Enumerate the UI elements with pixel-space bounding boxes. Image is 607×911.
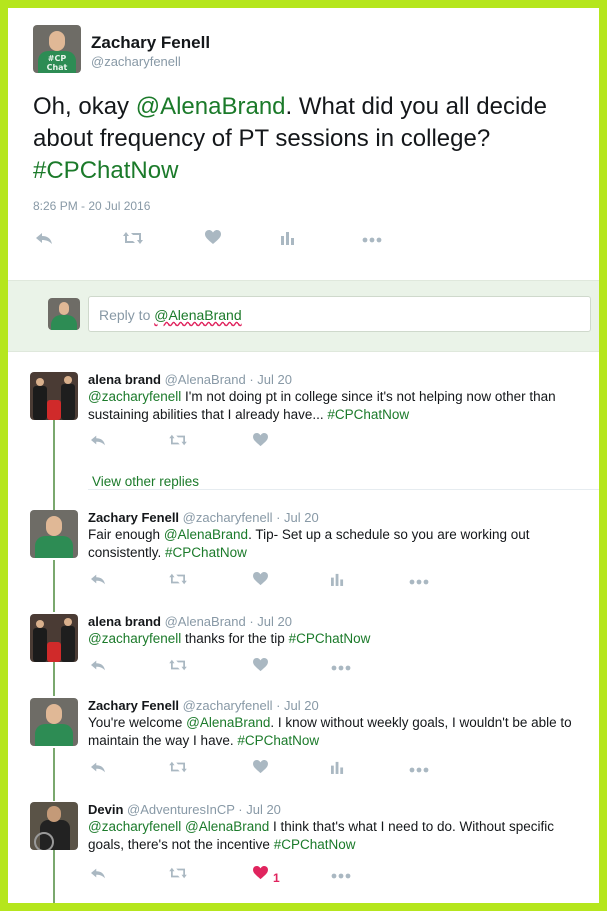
retweet-icon[interactable] (122, 230, 144, 246)
retweet-icon[interactable] (168, 760, 188, 774)
hashtag-link[interactable]: #CPChatNow (327, 407, 409, 422)
tweet-text: Fair enough @AlenaBrand. Tip- Set up a s… (88, 527, 530, 560)
tweet-timestamp[interactable]: 8:26 PM - 20 Jul 2016 (33, 199, 150, 213)
avatar[interactable] (30, 510, 78, 558)
avatar[interactable] (30, 802, 78, 850)
author-name[interactable]: Zachary Fenell (88, 510, 179, 525)
reply-input[interactable]: Reply to @AlenaBrand (88, 296, 591, 332)
avatar[interactable]: #CP Chat Now (33, 25, 81, 73)
tweet-actions: 1 (90, 866, 440, 886)
reply-mention: @AlenaBrand (154, 307, 242, 323)
liked-heart-icon[interactable]: 1 (253, 866, 280, 885)
view-other-replies-link[interactable]: View other replies (92, 474, 199, 489)
tweet-text: @zacharyfenell I'm not doing pt in colle… (88, 389, 556, 422)
reply-icon[interactable] (90, 572, 106, 586)
author-handle[interactable]: @zacharyfenell (91, 54, 181, 69)
reply-icon[interactable] (90, 760, 106, 774)
author-name[interactable]: Zachary Fenell (91, 33, 210, 53)
tweet-actions (35, 230, 382, 250)
like-count: 1 (273, 871, 280, 885)
mention-link[interactable]: @zacharyfenell (88, 631, 181, 646)
hashtag-link[interactable]: #CPChatNow (289, 631, 371, 646)
author-meta[interactable]: @AlenaBrand · Jul 20 (165, 614, 292, 629)
reply-tweet[interactable]: Devin @AdventuresInCP · Jul 20 @zacharyf… (8, 782, 599, 903)
author-name[interactable]: Devin (88, 802, 123, 817)
hashtag-link[interactable]: #CPChatNow (33, 157, 178, 184)
hashtag-link[interactable]: #CPChatNow (237, 733, 319, 748)
mention-link[interactable]: @AlenaBrand (186, 715, 270, 730)
author-name[interactable]: alena brand (88, 614, 161, 629)
reply-tweet[interactable]: alena brand @AlenaBrand · Jul 20 @zachar… (8, 594, 599, 678)
like-icon[interactable] (253, 658, 268, 672)
tweet-text: You're welcome @AlenaBrand. I know witho… (88, 715, 572, 748)
author-meta[interactable]: @zacharyfenell · Jul 20 (183, 698, 319, 713)
reply-icon[interactable] (90, 433, 106, 447)
retweet-icon[interactable] (168, 433, 188, 447)
reply-tweet[interactable]: alena brand @AlenaBrand · Jul 20 @zachar… (8, 360, 599, 490)
reply-icon[interactable] (90, 658, 106, 672)
avatar[interactable] (30, 614, 78, 662)
hashtag-link[interactable]: #CPChatNow (165, 545, 247, 560)
more-icon[interactable] (409, 572, 429, 585)
mention-link[interactable]: @AlenaBrand (185, 819, 269, 834)
more-icon[interactable] (331, 658, 351, 671)
tweet-detail-card: #CP Chat Now Zachary Fenell @zacharyfene… (8, 8, 599, 903)
mention-link[interactable]: @zacharyfenell (88, 819, 181, 834)
tweet-text: Oh, okay @AlenaBrand. What did you all d… (33, 93, 547, 184)
tweet-actions (90, 658, 440, 678)
author-name[interactable]: alena brand (88, 372, 161, 387)
like-icon[interactable] (253, 760, 268, 774)
avatar-shirt-text: #CP Chat Now (38, 51, 76, 73)
avatar[interactable] (30, 698, 78, 746)
mention-link[interactable]: @AlenaBrand (164, 527, 248, 542)
reply-tweet[interactable]: Zachary Fenell @zacharyfenell · Jul 20 F… (8, 490, 599, 594)
author-name[interactable]: Zachary Fenell (88, 698, 179, 713)
analytics-icon[interactable] (331, 760, 344, 774)
like-icon[interactable] (205, 230, 221, 245)
retweet-icon[interactable] (168, 866, 188, 880)
main-tweet: #CP Chat Now Zachary Fenell @zacharyfene… (8, 8, 599, 280)
author-meta[interactable]: @AlenaBrand · Jul 20 (165, 372, 292, 387)
author-meta[interactable]: @zacharyfenell · Jul 20 (183, 510, 319, 525)
reply-icon[interactable] (90, 866, 106, 880)
tweet-actions (90, 433, 390, 453)
more-icon[interactable] (331, 866, 351, 879)
hashtag-link[interactable]: #CPChatNow (274, 837, 356, 852)
analytics-icon[interactable] (331, 572, 344, 586)
mention-link[interactable]: @zacharyfenell (88, 389, 181, 404)
retweet-icon[interactable] (168, 572, 188, 586)
avatar[interactable] (30, 372, 78, 420)
reply-composer: Reply to @AlenaBrand (8, 280, 599, 352)
tweet-actions (90, 572, 440, 592)
retweet-icon[interactable] (168, 658, 188, 672)
analytics-icon[interactable] (281, 230, 295, 245)
tweet-text: @zacharyfenell thanks for the tip #CPCha… (88, 631, 371, 646)
avatar (48, 298, 80, 330)
reply-tweet[interactable]: Zachary Fenell @zacharyfenell · Jul 20 Y… (8, 678, 599, 782)
more-icon[interactable] (409, 760, 429, 773)
tweet-text: @zacharyfenell @AlenaBrand I think that'… (88, 819, 555, 852)
reply-icon[interactable] (35, 230, 53, 246)
author-meta[interactable]: @AdventuresInCP · Jul 20 (127, 802, 281, 817)
mention-link[interactable]: @AlenaBrand (136, 93, 286, 120)
tweet-actions (90, 760, 440, 780)
more-icon[interactable] (362, 230, 382, 243)
like-icon[interactable] (253, 572, 268, 586)
like-icon[interactable] (253, 433, 268, 447)
